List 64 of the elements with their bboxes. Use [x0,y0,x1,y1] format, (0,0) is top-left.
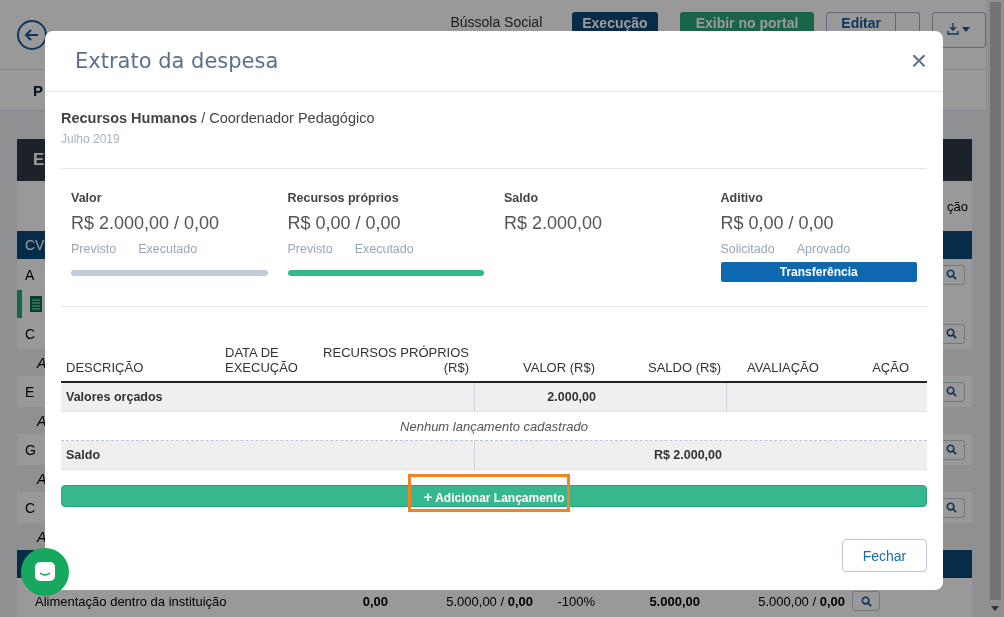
document-icon [30,296,42,312]
stat-sublabel: Executado [138,242,198,257]
table-cell-text: Valores orçados [65,389,164,406]
row-label: A [37,528,47,545]
table-cell-text: 5.000,00 / 0,00 [445,593,533,609]
row-label: C [25,325,36,342]
scrollbar[interactable] [986,0,1004,617]
table-cell-text: 5.000,00 / 0,00 [757,593,845,609]
column-header: DESCRIÇÃO [65,360,145,375]
row-label: CV [25,237,45,253]
column-header: DATA DE EXECUÇÃO [224,345,299,375]
stat-sublabel: Executado [354,242,414,257]
search-icon [945,386,957,397]
column-header: AVALIAÇÃO [746,360,820,375]
stat-sublabel: Previsto [71,242,117,257]
table-cell-text: Alimentação dentro da instituição [34,593,228,609]
stat-value: R$ 2.000,00 [504,213,604,234]
stat-label: Valor [71,191,103,205]
row-label: A [25,266,35,283]
row-label: A [37,412,47,429]
search-icon [945,444,957,455]
empty-message: Nenhum lançamento cadastrado [400,418,588,434]
close-button[interactable]: × [906,47,931,75]
stat-value: R$ 0,00 / 0,00 [287,213,402,234]
table-cell-text: Saldo [65,447,102,464]
table-cell-text: 0,00 [361,593,388,609]
download-icon [947,21,971,36]
search-icon [945,502,957,513]
stat-sublabel: Aprovado [796,242,851,257]
column-header: SALDO (R$) [647,360,722,375]
row-label: E [25,383,35,400]
table-cell: 2.000,00 [474,383,726,411]
stat-value: R$ 0,00 / 0,00 [720,213,835,234]
search-icon [860,595,872,607]
download-button[interactable] [932,12,986,48]
back-icon[interactable] [16,18,48,51]
stat-label: Saldo [504,191,540,205]
row-label: G [25,441,36,458]
search-icon [945,269,957,280]
expense-heading: Recursos Humanos / Coordenador Pedagógico [61,110,376,126]
column-header: RECURSOS PRÓPRIOS (R$) [322,345,470,375]
row-label: A [37,470,47,487]
stat-sublabel: Solicitado [720,242,775,257]
search-icon [945,328,957,339]
stat-value: R$ 2.000,00 / 0,00 [71,213,221,234]
stat-sublabel: Previsto [287,242,333,257]
dialog-title: Extrato da despesa [75,49,279,73]
close-dialog-button[interactable]: Fechar [842,539,927,572]
scroll-down-icon[interactable] [991,606,999,611]
stat-label: Recursos próprios [287,191,400,205]
project-tag: Bússola Social [450,14,543,30]
transfer-button[interactable]: Transferência [720,262,917,282]
table-cell: R$ 2.000,00 [474,441,726,469]
row-label: A [37,354,47,371]
column-header: ção [947,198,968,214]
column-header: VALOR (R$) [522,360,596,375]
table-cell-text: 5.000,00 [648,593,700,609]
tab[interactable]: P [33,81,43,99]
period-label: Julho 2019 [61,132,121,146]
table-cell-text: -100% [556,593,595,609]
row-label: C [25,499,36,516]
chat-icon [33,560,57,584]
stat-label: Aditivo [720,191,764,205]
column-header: AÇÃO [871,360,910,375]
